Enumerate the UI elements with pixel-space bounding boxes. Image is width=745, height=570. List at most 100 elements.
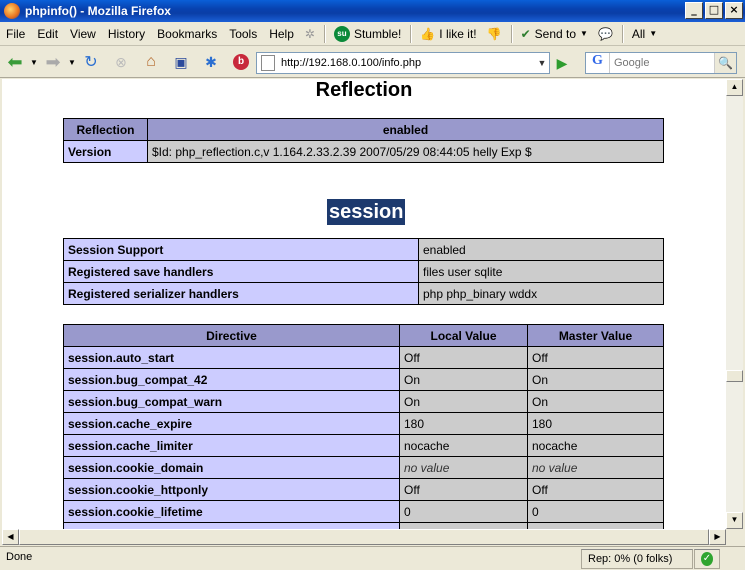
directive-name: session.cookie_lifetime [63, 500, 400, 523]
scroll-down-icon[interactable]: ▼ [726, 512, 743, 529]
master-value: 180 [527, 412, 664, 435]
directive-name: session.cache_expire [63, 412, 400, 435]
directive-table: Directive Local Value Master Value sessi… [63, 324, 664, 529]
vertical-scroll-thumb[interactable] [726, 370, 743, 382]
all-dropdown[interactable]: All ▼ [627, 27, 662, 41]
page-content: Reflection Reflection enabled Version $I… [2, 79, 726, 529]
master-value: nocache [527, 434, 664, 457]
vertical-scrollbar[interactable]: ▲ ▼ [726, 79, 743, 529]
table-row: Registered save handlers files user sqli… [63, 260, 664, 283]
chevron-down-icon[interactable]: ▼ [30, 52, 38, 72]
local-value: Off [399, 478, 528, 501]
page-icon [261, 55, 275, 71]
divider [323, 24, 325, 43]
title-bar: phpinfo() - Mozilla Firefox _ □ × [0, 0, 745, 22]
chevron-down-icon[interactable]: ▼ [535, 58, 549, 68]
table-header: Directive [63, 324, 400, 347]
chevron-down-icon[interactable]: ▼ [68, 52, 76, 72]
rep-status: Rep: 0% (0 folks) [581, 549, 693, 569]
close-button[interactable]: × [725, 2, 743, 19]
chevron-down-icon: ▼ [580, 29, 588, 38]
scroll-right-icon[interactable]: ▶ [709, 529, 726, 545]
local-value: On [399, 390, 528, 413]
divider [510, 24, 512, 43]
menu-file[interactable]: File [0, 27, 31, 41]
gear-icon[interactable]: ✱ [201, 52, 221, 72]
menu-tools[interactable]: Tools [223, 27, 263, 41]
thumbs-up-icon: 👍 [420, 26, 436, 41]
back-arrow-icon[interactable]: ⬅ [5, 52, 25, 72]
master-value: On [527, 368, 664, 391]
horizontal-scrollbar[interactable]: ◀ ▶ [2, 529, 726, 545]
table-cell-key: Registered save handlers [63, 260, 419, 283]
send-to-button[interactable]: ✔ Send to ▼ [516, 27, 593, 41]
table-row: session.cache_limiter nocache nocache [63, 434, 664, 457]
scrollbar-corner [726, 529, 743, 545]
url-bar[interactable]: ▼ [256, 52, 550, 74]
send-to-label: Send to [534, 26, 577, 41]
master-value: no value [527, 456, 664, 479]
master-value: Off [527, 478, 664, 501]
spinner-icon: ✲ [304, 26, 315, 41]
scroll-left-icon[interactable]: ◀ [2, 529, 19, 545]
local-value: Off [399, 346, 528, 369]
table-row: Registered serializer handlers php php_b… [63, 282, 664, 305]
local-value: nocache [399, 434, 528, 457]
forward-arrow-icon[interactable]: ➡ [43, 52, 63, 72]
table-cell-value: files user sqlite [418, 260, 664, 283]
master-value: 0 [527, 500, 664, 523]
url-input[interactable] [281, 57, 535, 69]
stop-icon[interactable]: ⊗ [111, 52, 131, 72]
checkmark-icon: ✔ [520, 26, 531, 41]
table-header-row: Directive Local Value Master Value [63, 324, 664, 347]
google-icon[interactable]: G [586, 53, 610, 73]
reflection-heading: Reflection [315, 79, 413, 101]
local-value: 0 [399, 500, 528, 523]
directive-name: session.auto_start [63, 346, 400, 369]
comment-button[interactable]: 💬 [593, 27, 618, 41]
table-header: Master Value [527, 324, 664, 347]
reload-icon[interactable]: ↻ [81, 52, 101, 72]
security-status[interactable]: ✓ [694, 549, 720, 569]
horizontal-scroll-thumb[interactable] [19, 529, 709, 545]
menu-help[interactable]: Help [263, 27, 300, 41]
minimize-button[interactable]: _ [685, 2, 703, 19]
menu-bookmarks[interactable]: Bookmarks [151, 27, 223, 41]
table-header: Local Value [399, 324, 528, 347]
menu-history[interactable]: History [102, 27, 151, 41]
reflection-table: Reflection enabled Version $Id: php_refl… [63, 118, 664, 163]
table-cell-value: php php_binary wddx [418, 282, 664, 305]
go-arrow-icon[interactable]: ▶ [553, 54, 571, 72]
table-cell-key: Version [63, 140, 148, 163]
menu-edit[interactable]: Edit [31, 27, 64, 41]
table-row: session.bug_compat_42 On On [63, 368, 664, 391]
search-icon[interactable]: 🔍 [714, 53, 736, 73]
window-icon[interactable]: ▣ [171, 52, 191, 72]
speech-bubble-icon: 💬 [597, 26, 613, 41]
maximize-button[interactable]: □ [705, 2, 723, 19]
scroll-up-icon[interactable]: ▲ [726, 79, 743, 96]
table-row: session.cookie_lifetime 0 0 [63, 500, 664, 523]
status-bar: Done Rep: 0% (0 folks) ✓ [0, 546, 745, 570]
thumbs-down-icon: 👎 [486, 26, 502, 41]
table-row: session.auto_start Off Off [63, 346, 664, 369]
like-button[interactable]: 👍 I like it! [415, 27, 481, 41]
stumble-button[interactable]: su Stumble! [329, 25, 406, 42]
bookmark-b-icon[interactable]: b [231, 52, 251, 72]
stumble-label: Stumble! [353, 26, 402, 41]
directive-name: session.bug_compat_warn [63, 390, 400, 413]
home-icon[interactable]: ⌂ [141, 52, 161, 72]
master-value: On [527, 390, 664, 413]
table-cell-key: Registered serializer handlers [63, 282, 419, 305]
search-input[interactable] [614, 57, 714, 69]
table-row: session.cookie_httponly Off Off [63, 478, 664, 501]
directive-name: session.bug_compat_42 [63, 368, 400, 391]
dislike-button[interactable]: 👎 [482, 27, 507, 41]
menu-view[interactable]: View [64, 27, 102, 41]
all-label: All [631, 26, 646, 41]
table-row: Version $Id: php_reflection.c,v 1.164.2.… [63, 140, 664, 163]
window-title: phpinfo() - Mozilla Firefox [25, 4, 171, 18]
session-info-table: Session Support enabled Registered save … [63, 238, 664, 305]
search-bar[interactable]: G 🔍 [585, 52, 737, 74]
master-value: Off [527, 346, 664, 369]
